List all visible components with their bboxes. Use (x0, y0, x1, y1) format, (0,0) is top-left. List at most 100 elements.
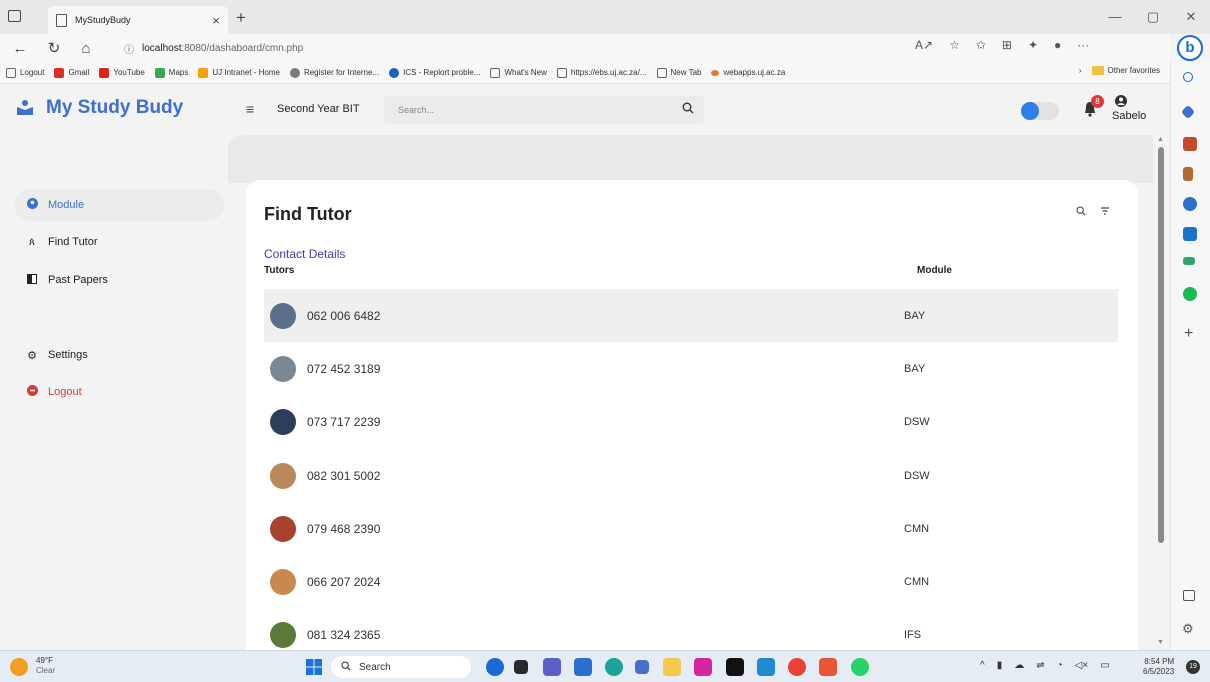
copilot-app-icon[interactable] (486, 658, 504, 676)
table-row[interactable]: 081 324 2365 IFS (264, 608, 1118, 650)
scroll-thumb[interactable] (1158, 147, 1164, 543)
sidebar-item-label: Module (48, 199, 85, 211)
favorite-uj-intranet[interactable]: UJ Intranet - Home (198, 67, 280, 78)
favorite-ics[interactable]: ICS - Replort proble... (389, 67, 480, 78)
sidebar-item-module[interactable]: Module (14, 189, 224, 221)
other-favorites[interactable]: Other favorites (1091, 66, 1160, 76)
volume-icon[interactable]: ◁× (1075, 660, 1089, 671)
sidebar-item-logout[interactable]: Logout (14, 376, 224, 408)
weather-widget[interactable]: 49°F Clear (36, 656, 55, 676)
gear-icon[interactable]: ⚙ (1182, 621, 1194, 637)
search-input[interactable] (384, 96, 664, 124)
more-icon[interactable]: ··· (1077, 38, 1089, 52)
chevron-up-icon[interactable]: ^ (980, 660, 985, 671)
favorite-register[interactable]: Register for Interne... (289, 67, 379, 78)
home-button[interactable]: ⌂ (74, 40, 98, 57)
table-row[interactable]: 066 207 2024 CMN (264, 555, 1118, 608)
shopping-icon[interactable] (1180, 104, 1196, 120)
microsoft365-icon[interactable] (1183, 197, 1197, 211)
profile-avatar[interactable]: ● (1054, 38, 1061, 52)
instagram-icon[interactable] (694, 658, 712, 676)
favorite-webapps[interactable]: webapps.uj.ac.za (711, 68, 785, 77)
search-icon[interactable] (682, 102, 694, 117)
scroll-up-icon[interactable]: ▲ (1157, 136, 1164, 143)
find-tutor-card: Find Tutor Contact Details Tutors Module… (246, 180, 1138, 650)
scroll-down-icon[interactable]: ▼ (1157, 639, 1164, 646)
windows-start-icon[interactable] (306, 659, 322, 675)
notification-center-badge[interactable]: 19 (1186, 660, 1200, 674)
card-tools (1076, 206, 1110, 219)
restore-button[interactable]: ▢ (1134, 0, 1172, 34)
app-tray-icon[interactable]: ▮ (997, 660, 1003, 671)
close-window-button[interactable]: ✕ (1172, 0, 1210, 34)
favorite-maps[interactable]: Maps (154, 67, 188, 78)
page-scrollbar[interactable]: ▲ ▼ (1153, 135, 1170, 650)
tab-actions-icon[interactable] (8, 10, 21, 22)
add-icon[interactable]: + (1184, 325, 1193, 343)
table-row[interactable]: 062 006 6482 BAY (264, 289, 1118, 342)
edge-icon[interactable] (605, 658, 623, 676)
filter-icon[interactable] (1100, 206, 1110, 219)
collections-icon[interactable]: ⊞ (1002, 38, 1012, 52)
refresh-button[interactable]: ↻ (42, 39, 66, 57)
edge-sidebar: + ⚙ (1170, 62, 1210, 650)
store-icon[interactable] (574, 658, 592, 676)
site-info-icon[interactable]: ⓘ (124, 41, 134, 56)
theme-toggle[interactable] (1021, 102, 1059, 120)
favorite-whats-new[interactable]: What's New (490, 67, 547, 78)
designer-icon[interactable] (1183, 257, 1195, 265)
vscode-icon[interactable] (757, 658, 775, 676)
chrome-icon[interactable] (788, 658, 806, 676)
favorite-youtube[interactable]: YouTube (99, 67, 145, 78)
favorites-icon[interactable]: ✩ (976, 38, 986, 52)
onedrive-icon[interactable]: ☁ (1014, 660, 1024, 671)
sidebar-toggle-icon[interactable] (1183, 590, 1195, 601)
outlook-icon[interactable] (1183, 227, 1197, 241)
network-icon[interactable]: ⇌ (1036, 660, 1044, 671)
url-field[interactable]: ⓘ localhost:8080/dashaboard/cmn.php (124, 37, 990, 59)
back-button[interactable]: ← (8, 40, 32, 57)
sidebar-item-settings[interactable]: ⚙ Settings (14, 339, 224, 371)
search-icon[interactable] (1076, 206, 1086, 219)
teams-chat-icon[interactable] (543, 658, 561, 676)
netflix-icon[interactable] (726, 658, 744, 676)
table-row[interactable]: 072 452 3189 BAY (264, 342, 1118, 395)
favorite-star-icon[interactable]: ☆ (949, 38, 960, 52)
copilot-icon[interactable]: b (1177, 35, 1203, 61)
spotify-icon[interactable] (1183, 287, 1197, 301)
games-icon[interactable] (1183, 167, 1193, 181)
logo[interactable]: My Study Budy (16, 97, 183, 119)
table-row[interactable]: 079 468 2390 CMN (264, 502, 1118, 555)
table-row[interactable]: 073 717 2239 DSW (264, 395, 1118, 448)
username[interactable]: Sabelo (1112, 110, 1146, 122)
taskbar-search[interactable]: Search (331, 656, 471, 678)
close-tab-icon[interactable]: × (212, 13, 220, 28)
favorite-new-tab[interactable]: New Tab (656, 67, 701, 78)
browser-tab[interactable]: MyStudyBudy × (48, 6, 228, 34)
wifi-icon[interactable]: ◔ (1057, 660, 1063, 671)
sidebar-item-find-tutor[interactable]: ጰ Find Tutor (14, 226, 224, 258)
sidebar-item-past-papers[interactable]: Past Papers (14, 264, 224, 296)
page-icon (6, 67, 16, 78)
whatsapp-icon[interactable] (851, 658, 869, 676)
favorite-logout[interactable]: Logout (6, 67, 44, 78)
read-aloud-icon[interactable]: A↗ (915, 38, 933, 52)
task-view-icon[interactable] (514, 660, 528, 674)
menu-icon[interactable]: ≡ (246, 101, 254, 117)
table-row[interactable]: 082 301 5002 DSW (264, 449, 1118, 502)
page-title: Find Tutor (264, 204, 352, 224)
favorite-gmail[interactable]: Gmail (54, 67, 89, 78)
minimize-button[interactable]: — (1096, 0, 1134, 34)
tools-icon[interactable] (1183, 137, 1197, 151)
search-icon[interactable] (1183, 72, 1193, 82)
new-tab-button[interactable]: + (236, 8, 246, 28)
user-icon[interactable] (1115, 95, 1127, 107)
sway-icon[interactable] (635, 660, 649, 674)
file-explorer-icon[interactable] (663, 658, 681, 676)
chevron-right-icon[interactable]: › (1079, 66, 1082, 75)
favorite-ebs[interactable]: https://ebs.uj.ac.za/... (556, 67, 647, 78)
battery-icon[interactable]: ▭ (1100, 660, 1109, 671)
mail-icon[interactable] (819, 658, 837, 676)
taskbar-clock[interactable]: 8:54 PM 6/5/2023 (1143, 657, 1174, 677)
extensions-icon[interactable]: ✦ (1028, 38, 1038, 52)
